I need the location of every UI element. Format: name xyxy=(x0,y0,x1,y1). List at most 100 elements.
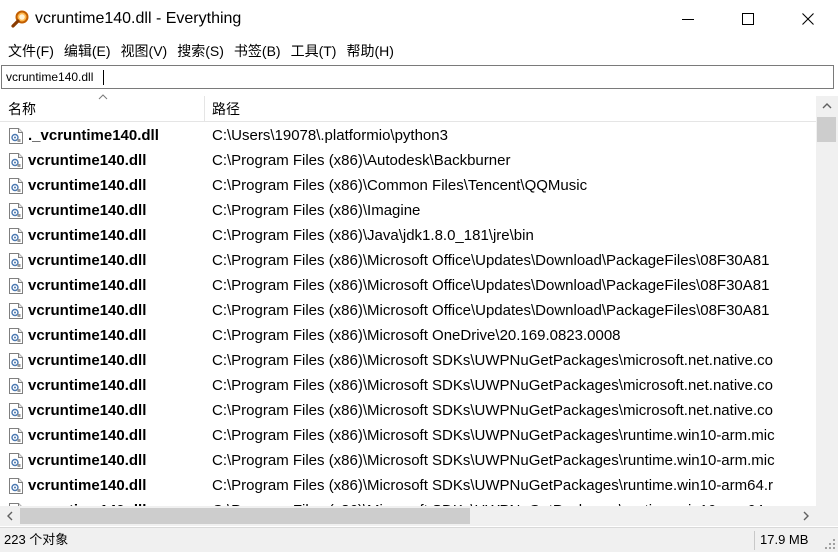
status-object-count: 223 个对象 xyxy=(4,532,69,547)
dll-file-icon xyxy=(9,428,23,444)
minimize-button[interactable] xyxy=(658,0,718,38)
table-row[interactable]: ._vcruntime140.dll C:\Users\19078\.platfo… xyxy=(0,123,816,148)
file-path: C:\Program Files (x86)\Microsoft SDKs\UW… xyxy=(212,427,775,444)
dll-file-icon xyxy=(9,453,23,469)
file-name: vcruntime140.dll xyxy=(28,227,147,244)
file-path: C:\Program Files (x86)\Common Files\Tenc… xyxy=(212,177,588,194)
file-name: ._vcruntime140.dll xyxy=(28,127,159,144)
column-header-path[interactable]: 路径 xyxy=(212,96,240,122)
menu-help[interactable]: 帮助(H) xyxy=(341,41,398,61)
menu-bookmarks[interactable]: 书签(B) xyxy=(229,41,286,61)
resize-grip-icon[interactable] xyxy=(824,538,836,550)
table-row[interactable]: vcruntime140.dll C:\Program Files (x86)\M… xyxy=(0,248,816,273)
menu-view[interactable]: 视图(V) xyxy=(116,41,173,61)
menu-bar: 文件(F) 编辑(E) 视图(V) 搜索(S) 书签(B) 工具(T) 帮助(H… xyxy=(0,38,838,64)
maximize-button[interactable] xyxy=(718,0,778,38)
file-path: C:\Program Files (x86)\Microsoft SDKs\UW… xyxy=(212,477,773,494)
file-path: C:\Program Files (x86)\Imagine xyxy=(212,202,421,219)
dll-file-icon xyxy=(9,253,23,269)
file-name: vcruntime140.dll xyxy=(28,277,147,294)
file-name: vcruntime140.dll xyxy=(28,402,147,419)
close-icon xyxy=(802,13,814,25)
table-row[interactable]: vcruntime140.dll C:\Program Files (x86)\M… xyxy=(0,348,816,373)
scroll-up-button[interactable] xyxy=(816,96,838,116)
horizontal-scroll-thumb[interactable] xyxy=(20,508,470,524)
file-name: vcruntime140.dll xyxy=(28,377,147,394)
status-total-size: 17.9 MB xyxy=(760,532,809,547)
file-path: C:\Program Files (x86)\Microsoft SDKs\UW… xyxy=(212,352,774,369)
dll-file-icon xyxy=(9,228,23,244)
dll-file-icon xyxy=(9,328,23,344)
search-box[interactable] xyxy=(1,65,834,89)
table-row[interactable]: vcruntime140.dll C:\Program Files (x86)\M… xyxy=(0,398,816,423)
file-path: C:\Program Files (x86)\Microsoft SDKs\UW… xyxy=(212,498,816,506)
menu-edit[interactable]: 编辑(E) xyxy=(59,41,116,61)
column-divider[interactable] xyxy=(204,96,205,122)
file-path: C:\Program Files (x86)\Autodesk\Backburn… xyxy=(212,152,511,169)
menu-file[interactable]: 文件(F) xyxy=(3,41,59,61)
scroll-corner xyxy=(816,506,838,526)
file-name: vcruntime140.dll xyxy=(28,152,147,169)
file-path: C:\Program Files (x86)\Microsoft SDKs\UW… xyxy=(212,377,774,394)
table-row[interactable]: vcruntime140.dll C:\Program Files (x86)\M… xyxy=(0,273,816,298)
table-row[interactable]: vcruntime140.dll C:\Program Files (x86)\M… xyxy=(0,323,816,348)
scroll-left-icon xyxy=(7,511,13,521)
window-title: vcruntime140.dll - Everything xyxy=(35,10,242,27)
dll-file-icon xyxy=(9,378,23,394)
scroll-right-button[interactable] xyxy=(796,506,816,526)
file-path: C:\Program Files (x86)\Microsoft OneDriv… xyxy=(212,327,621,344)
dll-file-icon xyxy=(9,353,23,369)
vertical-scrollbar[interactable] xyxy=(816,96,838,506)
text-caret xyxy=(103,70,104,85)
menu-tools[interactable]: 工具(T) xyxy=(286,41,342,61)
status-divider xyxy=(754,531,755,550)
file-name: vcruntime140.dll xyxy=(28,352,147,369)
column-header-name[interactable]: 名称 xyxy=(8,96,36,122)
file-name: vcruntime140.dll xyxy=(28,477,147,494)
file-path: C:\Users\19078\.platformio\python3 xyxy=(212,127,448,144)
table-row[interactable]: vcruntime140.dll C:\Program Files (x86)\M… xyxy=(0,498,816,506)
search-input[interactable] xyxy=(6,69,826,85)
table-row[interactable]: vcruntime140.dll C:\Program Files (x86)\A… xyxy=(0,148,816,173)
vertical-scroll-thumb[interactable] xyxy=(817,117,836,142)
close-button[interactable] xyxy=(778,0,838,38)
sort-ascending-icon xyxy=(98,94,108,100)
scroll-left-button[interactable] xyxy=(0,506,20,526)
file-name: vcruntime140.dll xyxy=(28,498,146,506)
table-row[interactable]: vcruntime140.dll C:\Program Files (x86)\C… xyxy=(0,173,816,198)
dll-file-icon xyxy=(9,278,23,294)
column-header: 名称 路径 xyxy=(0,96,816,122)
table-row[interactable]: vcruntime140.dll C:\Program Files (x86)\J… xyxy=(0,223,816,248)
table-row[interactable]: vcruntime140.dll C:\Program Files (x86)\M… xyxy=(0,448,816,473)
table-row[interactable]: vcruntime140.dll C:\Program Files (x86)\M… xyxy=(0,298,816,323)
table-row[interactable]: vcruntime140.dll C:\Program Files (x86)\M… xyxy=(0,473,816,498)
maximize-icon xyxy=(742,13,754,25)
file-path: C:\Program Files (x86)\Microsoft SDKs\UW… xyxy=(212,402,774,419)
scroll-right-icon xyxy=(803,511,809,521)
menu-search[interactable]: 搜索(S) xyxy=(172,41,229,61)
file-path: C:\Program Files (x86)\Java\jdk1.8.0_181… xyxy=(212,227,534,244)
dll-file-icon xyxy=(9,403,23,419)
file-name: vcruntime140.dll xyxy=(28,252,147,269)
file-name: vcruntime140.dll xyxy=(28,302,147,319)
table-row[interactable]: vcruntime140.dll C:\Program Files (x86)\M… xyxy=(0,423,816,448)
dll-file-icon xyxy=(9,178,23,194)
results-list: ._vcruntime140.dll C:\Users\19078\.platfo… xyxy=(0,123,816,506)
table-row[interactable]: vcruntime140.dll C:\Program Files (x86)\M… xyxy=(0,373,816,398)
title-bar[interactable]: vcruntime140.dll - Everything xyxy=(0,0,838,38)
file-name: vcruntime140.dll xyxy=(28,452,147,469)
dll-file-icon xyxy=(9,478,23,494)
table-row[interactable]: vcruntime140.dll C:\Program Files (x86)\I… xyxy=(0,198,816,223)
status-bar: 223 个对象 17.9 MB xyxy=(0,527,838,552)
magnifier-icon xyxy=(11,10,29,28)
minimize-icon xyxy=(682,19,694,20)
file-path: C:\Program Files (x86)\Microsoft SDKs\UW… xyxy=(212,452,775,469)
file-name: vcruntime140.dll xyxy=(28,202,147,219)
file-name: vcruntime140.dll xyxy=(28,327,147,344)
file-name: vcruntime140.dll xyxy=(28,177,147,194)
file-path: C:\Program Files (x86)\Microsoft Office\… xyxy=(212,277,770,294)
dll-file-icon xyxy=(9,303,23,319)
file-path: C:\Program Files (x86)\Microsoft Office\… xyxy=(212,252,770,269)
dll-file-icon xyxy=(9,128,23,144)
dll-file-icon xyxy=(9,203,23,219)
